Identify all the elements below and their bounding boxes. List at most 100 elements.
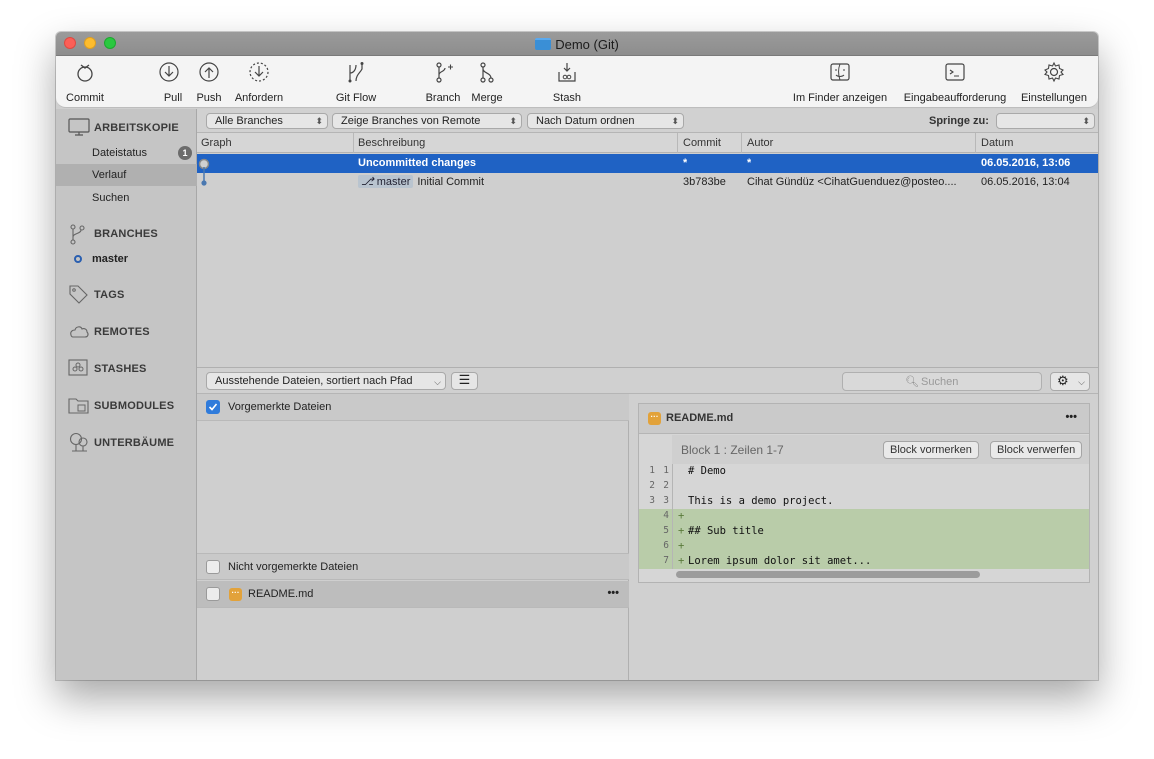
stash-label: Stash [552, 92, 582, 104]
old-line-number: 2 [649, 480, 655, 491]
app-window: Demo (Git) Commit Pull Push Anfordern Gi… [56, 32, 1098, 680]
order-value: Nach Datum ordnen [536, 115, 635, 127]
gitflow-button[interactable]: Git Flow [328, 56, 384, 108]
diff-line[interactable]: 4 + [639, 509, 1089, 524]
settings-button[interactable]: Einstellungen [1016, 56, 1092, 108]
branch-button[interactable]: Branch [422, 56, 464, 108]
pull-icon [159, 62, 179, 82]
sidebar-item-history[interactable]: Verlauf [56, 164, 197, 186]
actions-gear-button[interactable]: ⚙ ⌵ [1050, 372, 1090, 391]
pull-label: Pull [163, 92, 183, 104]
diff-line[interactable]: 5 + ## Sub title [639, 524, 1089, 539]
tag-icon [69, 285, 88, 304]
branches-filter-select[interactable]: Alle Branches ⬍ [206, 113, 328, 129]
list-view-button[interactable]: ☰ [451, 372, 478, 390]
search-placeholder: Suchen [921, 376, 959, 388]
file-more-button[interactable]: ••• [607, 587, 619, 599]
pull-button[interactable]: Pull [152, 56, 186, 108]
stashes-label: STASHES [94, 363, 147, 375]
stash-icon [558, 63, 576, 82]
show-in-finder-button[interactable]: Im Finder anzeigen [788, 56, 892, 108]
hunk-header: Block 1 : Zeilen 1-7 Block vormerken Blo… [672, 435, 1089, 464]
remote-filter-select[interactable]: Zeige Branches von Remote ⬍ [332, 113, 522, 129]
staged-files-group: Vorgemerkte Dateien [197, 394, 629, 421]
branch-icon: ⎇ [361, 176, 374, 188]
subtrees-label: UNTERBÄUME [94, 437, 175, 449]
line-text: Lorem ipsum dolor sit amet... [688, 555, 872, 567]
new-line-number: 4 [663, 510, 669, 521]
commit-row-uncommitted[interactable]: Uncommitted changes * * 06.05.2016, 13:0… [197, 154, 1098, 173]
pending-sort-value: Ausstehende Dateien, sortiert nach Pfad [215, 375, 413, 387]
gear-icon: ⚙ [1057, 373, 1069, 388]
new-line-number: 1 [663, 465, 669, 476]
column-author[interactable]: Autor [747, 137, 773, 149]
list-item[interactable]: ··· README.md ••• [197, 581, 629, 608]
sidebar-item-master[interactable]: master [56, 248, 197, 270]
file-checkbox[interactable] [206, 587, 220, 601]
jump-to-select[interactable]: ⬍ [996, 113, 1095, 129]
column-date[interactable]: Datum [981, 137, 1013, 149]
horizontal-scrollbar[interactable] [676, 571, 980, 578]
order-select[interactable]: Nach Datum ordnen ⬍ [527, 113, 684, 129]
chevron-down-icon: ⌵ [1078, 377, 1085, 387]
sidebar-item-search[interactable]: Suchen [56, 187, 197, 209]
search-input[interactable]: 🔍︎ Suchen [842, 372, 1042, 391]
push-button[interactable]: Push [192, 56, 226, 108]
diff-line[interactable]: 3 3 This is a demo project. [639, 494, 1089, 509]
chevron-down-icon: ⌵ [434, 377, 441, 387]
sidebar-item-file-status[interactable]: Dateistatus 1 [56, 142, 197, 164]
staged-checkbox[interactable] [206, 400, 220, 414]
commit-author: * [747, 157, 752, 169]
commit-hash: 3b783be [683, 176, 726, 188]
toolbar: Commit Pull Push Anfordern Git Flow Bran… [56, 56, 1098, 108]
column-commit[interactable]: Commit [683, 137, 721, 149]
column-description[interactable]: Beschreibung [358, 137, 425, 149]
chevron-updown-icon: ⬍ [671, 116, 679, 126]
chevron-updown-icon: ⬍ [509, 116, 517, 126]
branches-label: BRANCHES [94, 228, 158, 240]
diff-line[interactable]: 7 + Lorem ipsum dolor sit amet... [639, 554, 1089, 569]
finder-icon [830, 63, 850, 81]
terminal-label: Eingabeaufforderung [903, 92, 1007, 104]
diff-view: ··· README.md ••• Block 1 : Zeilen 1-7 B… [638, 403, 1090, 583]
filter-bar: Alle Branches ⬍ Zeige Branches von Remote… [197, 109, 1098, 133]
current-branch-icon [74, 255, 82, 263]
diff-line[interactable]: 1 1 # Demo [639, 464, 1089, 479]
terminal-button[interactable]: Eingabeaufforderung [898, 56, 1012, 108]
stash-icon [68, 359, 88, 376]
stash-button[interactable]: Stash [546, 56, 588, 108]
line-text: # Demo [688, 465, 726, 477]
merge-button[interactable]: Merge [466, 56, 508, 108]
unstaged-checkbox[interactable] [206, 560, 220, 574]
window-title-text: Demo (Git) [555, 37, 619, 52]
commit-hash: * [683, 157, 688, 169]
jump-to-label: Springe zu: [929, 115, 989, 127]
window-title: Demo (Git) [56, 37, 1098, 52]
folder-icon [535, 38, 552, 50]
fetch-label: Anfordern [234, 92, 284, 104]
fetch-button[interactable]: Anfordern [230, 56, 288, 108]
commit-button[interactable]: Commit [56, 56, 114, 108]
chevron-updown-icon: ⬍ [1082, 116, 1090, 126]
monitor-icon [68, 118, 90, 136]
commit-label: Commit [66, 92, 104, 104]
commit-row-initial[interactable]: ⎇ master Initial Commit 3b783be Cihat Gün… [197, 167, 1098, 192]
file-status-badge: 1 [178, 146, 192, 160]
diff-line[interactable]: 22 [639, 479, 1089, 494]
settings-label: Einstellungen [1020, 92, 1088, 104]
pending-sort-select[interactable]: Ausstehende Dateien, sortiert nach Pfad ⌵ [206, 372, 446, 390]
diff-more-button[interactable]: ••• [1065, 411, 1077, 423]
diff-file-name: README.md [666, 412, 734, 424]
diff-file-header: ··· README.md ••• [639, 404, 1089, 434]
stage-hunk-button[interactable]: Block vormerken [883, 441, 979, 459]
history-label: Verlauf [92, 169, 127, 181]
column-graph[interactable]: Graph [201, 137, 232, 149]
branches-filter-value: Alle Branches [215, 115, 283, 127]
added-line-icon: + [678, 525, 685, 537]
graph-line-icon [201, 167, 207, 186]
commit-description: Uncommitted changes [358, 157, 476, 169]
branch-icon [70, 224, 85, 245]
discard-hunk-button[interactable]: Block verwerfen [990, 441, 1083, 459]
diff-line[interactable]: 6 + [639, 539, 1089, 554]
finder-label: Im Finder anzeigen [792, 92, 888, 104]
